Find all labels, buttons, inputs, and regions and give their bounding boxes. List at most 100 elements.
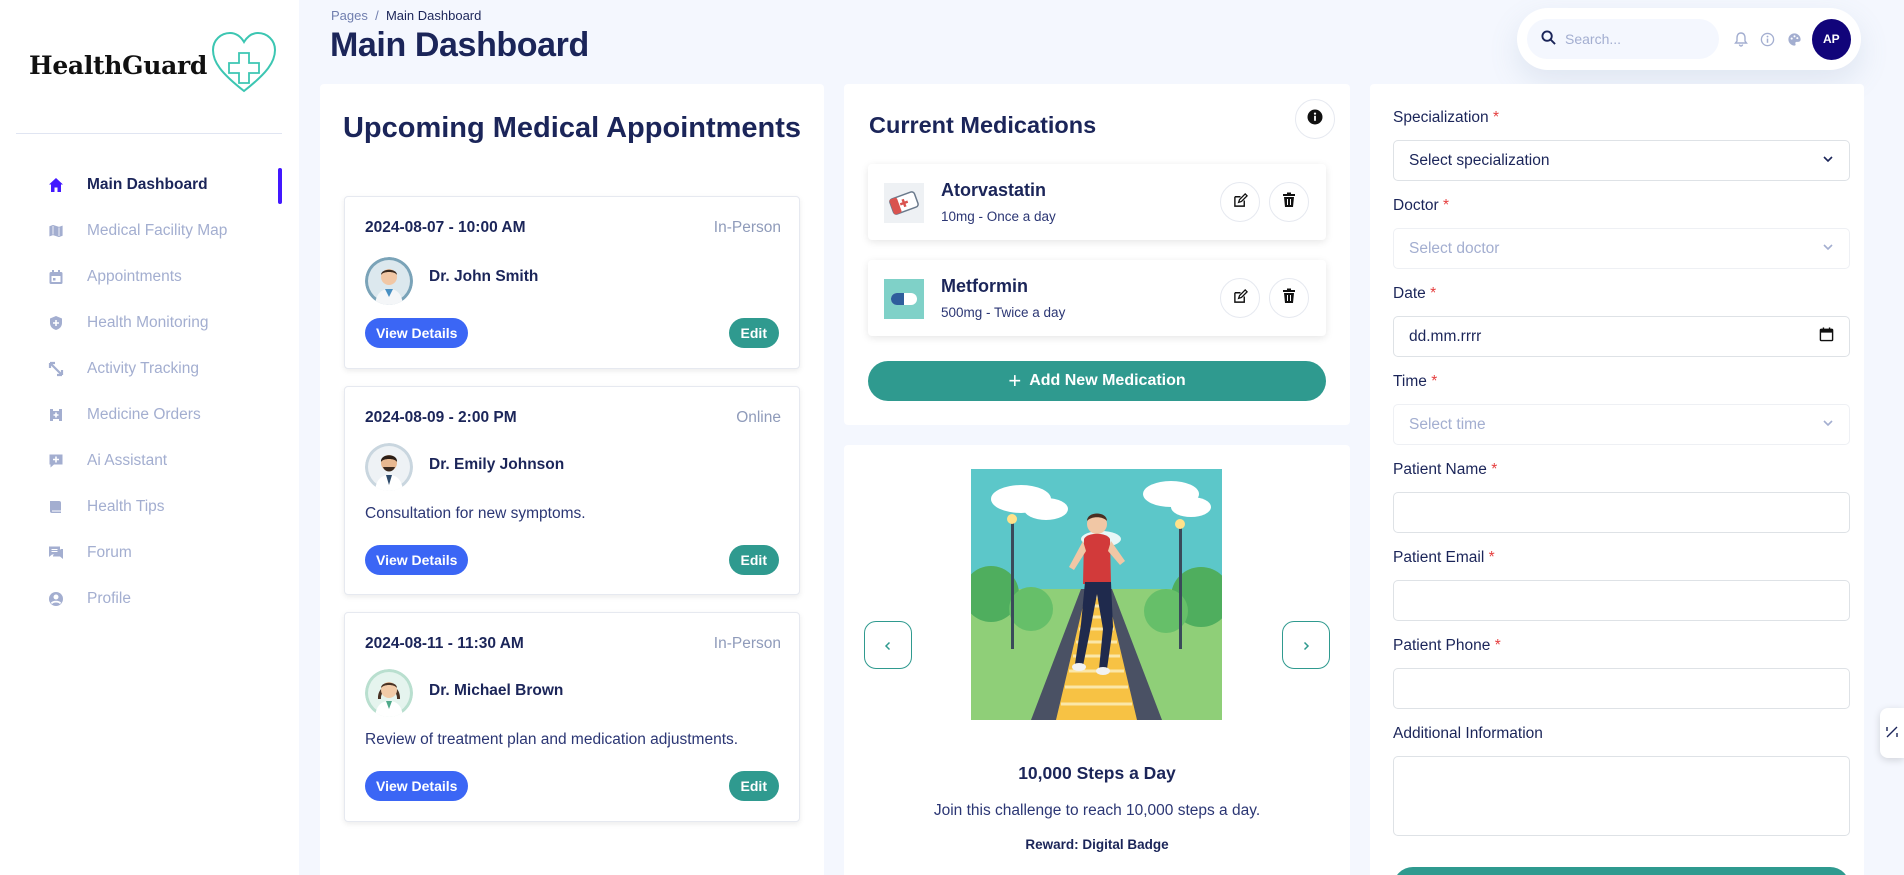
info-icon[interactable]: [1754, 32, 1781, 47]
additional-info-textarea[interactable]: [1393, 756, 1850, 836]
challenge-description: Join this challenge to reach 10,000 step…: [933, 802, 1261, 819]
doctor-label-text: Doctor: [1393, 197, 1439, 214]
delete-medication-button[interactable]: [1269, 278, 1309, 318]
appointment-type: In-Person: [713, 219, 781, 236]
sidebar-item-main-dashboard[interactable]: Main Dashboard: [0, 162, 299, 208]
appointment-note: Consultation for new symptoms.: [365, 505, 586, 522]
appointment-card: 2024-08-07 - 10:00 AM In-Person Dr. John…: [344, 196, 800, 369]
medication-item: Metformin 500mg - Twice a day: [868, 260, 1326, 336]
date-label-text: Date: [1393, 285, 1426, 302]
appointment-datetime: 2024-08-11 - 11:30 AM: [365, 635, 524, 652]
edit-medication-button[interactable]: [1220, 278, 1260, 318]
search-input[interactable]: [1565, 31, 1715, 47]
sidebar-item-health-monitoring[interactable]: Health Monitoring: [0, 300, 299, 346]
ai-assistant-icon: [47, 453, 64, 470]
home-icon: [47, 177, 64, 194]
specialization-select-value: Select specialization: [1409, 151, 1550, 169]
sidebar-item-label: Profile: [87, 590, 131, 607]
delete-medication-button[interactable]: [1269, 182, 1309, 222]
avatar[interactable]: AP: [1811, 18, 1851, 60]
add-medication-button[interactable]: + Add New Medication: [868, 361, 1326, 401]
doctor-avatar: [365, 443, 413, 491]
sidebar-item-medical-facility-map[interactable]: Medical Facility Map: [0, 208, 299, 254]
pill-bottle-icon: [884, 183, 924, 223]
search-box: [1527, 19, 1720, 59]
activity-icon: [47, 361, 64, 378]
challenge-reward: Reward: Digital Badge: [1025, 837, 1169, 852]
challenge-title: 10,000 Steps a Day: [1018, 763, 1176, 783]
logo[interactable]: HealthGuard: [29, 30, 277, 100]
doctor-name: Dr. Michael Brown: [429, 682, 564, 699]
sidebar-item-appointments[interactable]: Appointments: [0, 254, 299, 300]
sidebar-item-profile[interactable]: Profile: [0, 576, 299, 622]
date-input-value: dd.mm.rrrr: [1409, 327, 1482, 345]
doctor-avatar: [365, 669, 413, 717]
previous-challenge-button[interactable]: [864, 621, 912, 669]
sidebar-divider: [16, 133, 282, 134]
view-details-button[interactable]: View Details: [365, 318, 469, 348]
book-icon: [47, 499, 64, 516]
edit-appointment-button[interactable]: Edit: [728, 318, 779, 348]
edit-icon: [1233, 192, 1248, 212]
sidebar-item-health-tips[interactable]: Health Tips: [0, 484, 299, 530]
patient-name-input[interactable]: [1393, 492, 1850, 533]
doctor-avatar: [365, 257, 413, 305]
patient-phone-label: Patient Phone *: [1393, 637, 1501, 655]
sidebar-item-forum[interactable]: Forum: [0, 530, 299, 576]
edit-appointment-button[interactable]: Edit: [728, 771, 779, 801]
specialization-label-text: Specialization: [1393, 109, 1489, 126]
edit-appointment-button[interactable]: Edit: [728, 545, 779, 575]
capsule-icon: [884, 279, 924, 319]
view-details-button[interactable]: View Details: [365, 771, 469, 801]
required-mark: *: [1431, 373, 1438, 390]
sidebar-item-label: Activity Tracking: [87, 360, 199, 377]
medications-card: Current Medications Atorvastatin 10mg - …: [844, 84, 1350, 425]
patient-email-input[interactable]: [1393, 580, 1850, 621]
challenge-card: 10,000 Steps a Day Join this challenge t…: [844, 445, 1350, 875]
sidebar-item-ai-assistant[interactable]: Ai Assistant: [0, 438, 299, 484]
appointment-type: Online: [736, 409, 781, 426]
required-mark: *: [1491, 461, 1498, 478]
appointments-card: Upcoming Medical Appointments 2024-08-07…: [320, 84, 824, 875]
specialization-select[interactable]: Select specialization: [1393, 140, 1850, 181]
date-input[interactable]: dd.mm.rrrr: [1393, 316, 1850, 357]
patient-phone-input[interactable]: [1393, 668, 1850, 709]
time-select[interactable]: Select time: [1393, 404, 1850, 445]
medicine-icon: [47, 407, 64, 424]
appointment-note: Review of treatment plan and medication …: [365, 731, 739, 748]
breadcrumb-current[interactable]: Main Dashboard: [386, 8, 481, 23]
doctor-label: Doctor *: [1393, 197, 1449, 215]
trash-icon: [1282, 288, 1296, 308]
sidebar-item-label: Forum: [87, 544, 132, 561]
appointment-card: 2024-08-09 - 2:00 PM Online Dr. Emily Jo…: [344, 386, 800, 595]
breadcrumb-link-pages[interactable]: Pages: [331, 8, 368, 23]
sidebar-item-label: Health Monitoring: [87, 314, 209, 331]
next-challenge-button[interactable]: [1282, 621, 1330, 669]
sidebar-item-medicine-orders[interactable]: Medicine Orders: [0, 392, 299, 438]
plus-icon: +: [1008, 368, 1022, 393]
submit-button[interactable]: [1393, 867, 1850, 875]
bell-icon[interactable]: [1727, 31, 1754, 47]
heart-plus-icon: [211, 31, 277, 99]
medication-dose: 10mg - Once a day: [941, 209, 1056, 224]
top-bar: AP: [1517, 8, 1861, 70]
required-mark: *: [1488, 549, 1495, 566]
medication-item: Atorvastatin 10mg - Once a day: [868, 164, 1326, 240]
doctor-select[interactable]: Select doctor: [1393, 228, 1850, 269]
toggle-icon: [1885, 724, 1899, 743]
side-panel-toggle[interactable]: [1880, 708, 1904, 758]
edit-medication-button[interactable]: [1220, 182, 1260, 222]
forum-icon: [47, 545, 64, 562]
doctor-select-value: Select doctor: [1409, 239, 1500, 257]
view-details-button[interactable]: View Details: [365, 545, 469, 575]
breadcrumb-separator: /: [375, 8, 379, 23]
calendar-icon[interactable]: [1819, 326, 1834, 347]
appointment-type: In-Person: [713, 635, 781, 652]
palette-icon[interactable]: [1781, 32, 1808, 47]
info-button[interactable]: [1295, 99, 1335, 139]
sidebar-item-activity-tracking[interactable]: Activity Tracking: [0, 346, 299, 392]
patient-email-label-text: Patient Email: [1393, 549, 1485, 566]
edit-icon: [1233, 288, 1248, 308]
sidebar-item-label: Medicine Orders: [87, 406, 201, 423]
chevron-right-icon: [1301, 636, 1311, 655]
